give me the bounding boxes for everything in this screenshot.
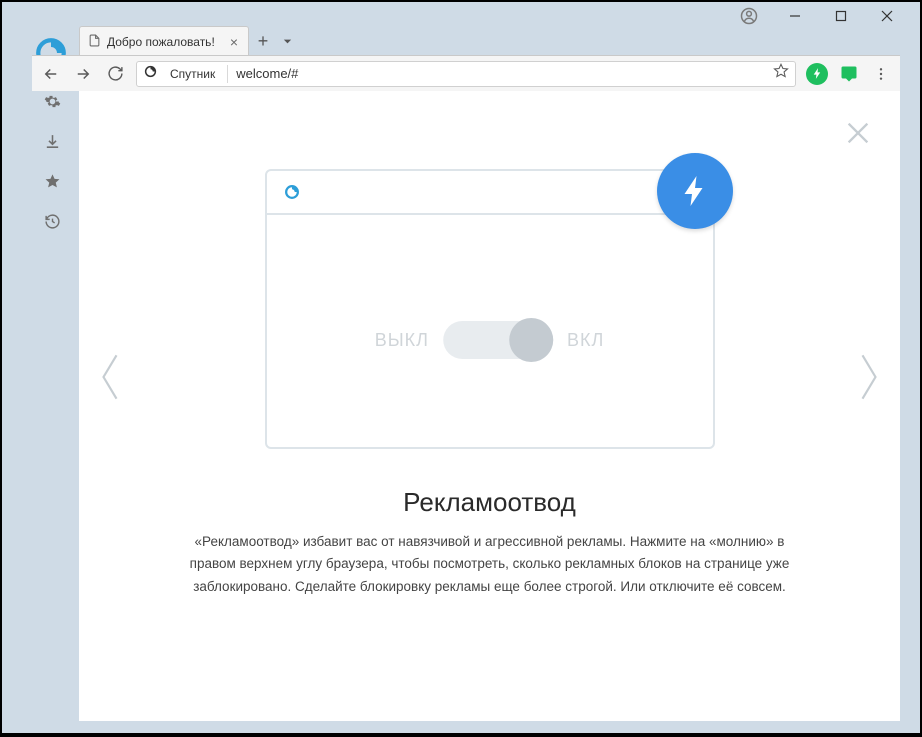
slide-close-icon[interactable] (844, 119, 872, 152)
card-header (267, 171, 713, 215)
nav-forward-button[interactable] (72, 63, 94, 85)
toggle-off-label: ВЫКЛ (375, 330, 429, 351)
tab-menu-dropdown-icon[interactable] (277, 26, 297, 56)
slide-prev-icon[interactable] (97, 351, 123, 408)
slide-description: «Рекламоотвод» избавит вас от навязчивой… (189, 531, 790, 598)
document-icon (88, 34, 101, 50)
adblock-extension-icon[interactable] (806, 63, 828, 85)
feedback-chat-icon[interactable] (838, 63, 860, 85)
toggle-knob (509, 318, 553, 362)
downloads-icon[interactable] (43, 132, 61, 150)
window-close-button[interactable] (864, 2, 910, 30)
history-icon[interactable] (43, 212, 61, 230)
url-text: welcome/# (236, 66, 298, 81)
browser-window: Добро пожаловать! × + Спутник welcome/# (2, 2, 920, 733)
window-maximize-button[interactable] (818, 2, 864, 30)
reload-button[interactable] (104, 63, 126, 85)
tab-strip: Добро пожаловать! × + (79, 26, 297, 56)
search-engine-icon (143, 64, 158, 84)
tab-active[interactable]: Добро пожаловать! × (79, 26, 249, 56)
sidebar (32, 92, 72, 230)
window-minimize-button[interactable] (772, 2, 818, 30)
lightning-bolt-icon (657, 153, 733, 229)
settings-gear-icon[interactable] (43, 92, 61, 110)
tab-close-icon[interactable]: × (230, 34, 238, 50)
feature-card: ВЫКЛ ВКЛ (265, 169, 715, 449)
toggle-container: ВЫКЛ ВКЛ (375, 321, 605, 359)
slide-next-icon[interactable] (856, 351, 882, 408)
user-account-icon[interactable] (726, 2, 772, 30)
search-engine-label: Спутник (166, 67, 219, 81)
tab-title: Добро пожаловать! (107, 35, 215, 49)
bookmarks-star-icon[interactable] (43, 172, 61, 190)
addressbar-separator (227, 65, 228, 83)
slide-heading: Рекламоотвод (79, 487, 900, 518)
toolbar: Спутник welcome/# (32, 55, 900, 91)
address-bar[interactable]: Спутник welcome/# (136, 61, 796, 87)
toggle-on-label: ВКЛ (567, 330, 604, 351)
nav-back-button[interactable] (40, 63, 62, 85)
page-content: ВЫКЛ ВКЛ Рекламоотвод «Рекламоотвод» изб… (79, 91, 900, 721)
main-menu-icon[interactable] (870, 63, 892, 85)
new-tab-button[interactable]: + (249, 26, 277, 56)
mini-logo-icon (283, 183, 301, 201)
bookmark-star-icon[interactable] (773, 63, 789, 84)
toggle-switch[interactable] (443, 321, 553, 359)
